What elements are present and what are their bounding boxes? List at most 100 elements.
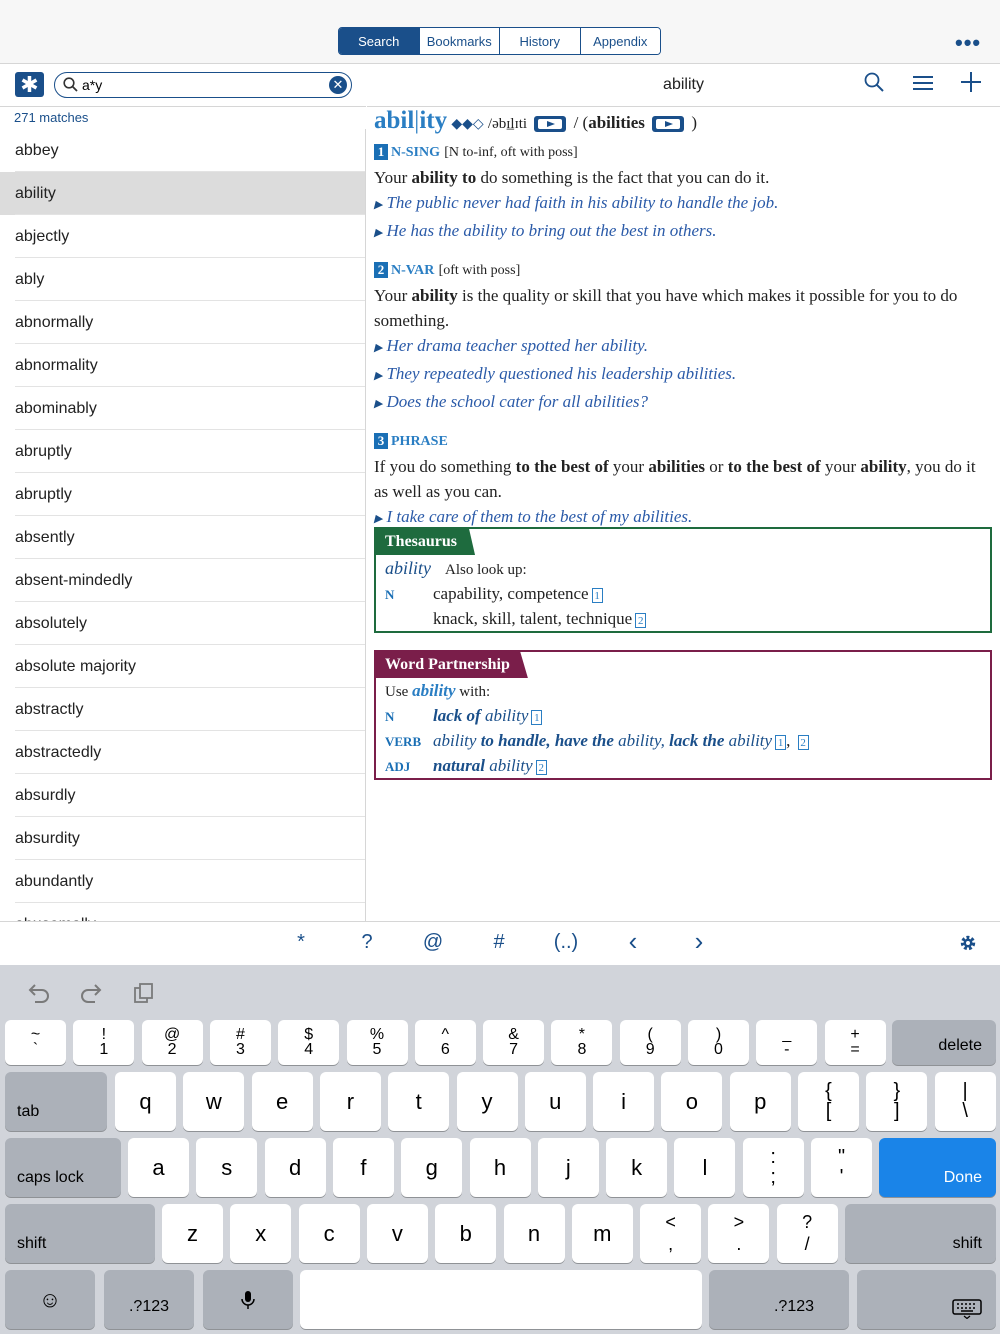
key-5[interactable]: % 5 bbox=[346, 1020, 408, 1065]
list-item[interactable]: abnormality bbox=[0, 344, 365, 387]
emoji-key[interactable]: ☺ bbox=[5, 1270, 95, 1329]
tab-key[interactable]: tab bbox=[5, 1072, 107, 1131]
sense-ref[interactable]: 2 bbox=[635, 612, 647, 628]
list-item[interactable]: absurdly bbox=[0, 774, 365, 817]
key-7[interactable]: & 7 bbox=[483, 1020, 545, 1065]
key-o[interactable]: o bbox=[661, 1072, 723, 1131]
numbers-key-left[interactable]: .?123 bbox=[104, 1270, 194, 1329]
delete-key[interactable]: delete bbox=[892, 1020, 996, 1065]
list-item[interactable]: abominably bbox=[0, 387, 365, 430]
results-list[interactable]: abbey ability abjectly ably abnormally a… bbox=[0, 129, 366, 921]
key-m[interactable]: m bbox=[571, 1204, 633, 1263]
key-6[interactable]: ^ 6 bbox=[414, 1020, 476, 1065]
chevron-left-icon[interactable]: ‹ bbox=[613, 926, 653, 957]
list-icon[interactable] bbox=[913, 75, 933, 91]
key-r[interactable]: r bbox=[319, 1072, 381, 1131]
key-0[interactable]: ) 0 bbox=[688, 1020, 749, 1065]
paste-icon[interactable] bbox=[133, 982, 155, 1004]
key-8[interactable]: * 8 bbox=[551, 1020, 613, 1065]
tab-bookmarks[interactable]: Bookmarks bbox=[418, 28, 499, 54]
key-9[interactable]: (9 bbox=[619, 1020, 681, 1065]
tab-search[interactable]: Search bbox=[339, 28, 419, 54]
key-t[interactable]: t bbox=[388, 1072, 450, 1131]
key-`[interactable]: ~ ` bbox=[5, 1020, 66, 1065]
key-s[interactable]: s bbox=[196, 1138, 258, 1197]
key-i[interactable]: i bbox=[593, 1072, 655, 1131]
key-4[interactable]: $4 bbox=[278, 1020, 340, 1065]
hash-key[interactable]: # bbox=[479, 931, 519, 954]
sense-ref[interactable]: 1 bbox=[591, 587, 603, 603]
key-j[interactable]: j bbox=[537, 1138, 599, 1197]
caps-lock-key[interactable]: caps lock bbox=[5, 1138, 121, 1197]
key-b[interactable]: b bbox=[435, 1204, 497, 1263]
key-k[interactable]: k bbox=[606, 1138, 668, 1197]
list-item[interactable]: abjectly bbox=[0, 215, 365, 258]
chevron-right-icon[interactable]: › bbox=[679, 926, 719, 957]
undo-icon[interactable] bbox=[27, 982, 51, 1004]
key-a[interactable]: a bbox=[128, 1138, 189, 1197]
key-2[interactable]: @2 bbox=[141, 1020, 203, 1065]
list-item[interactable]: absently bbox=[0, 516, 365, 559]
audio-play-icon[interactable] bbox=[652, 116, 685, 133]
key-p[interactable]: p bbox=[729, 1072, 791, 1131]
gear-icon[interactable] bbox=[959, 934, 977, 952]
list-item[interactable]: absolute majority bbox=[0, 645, 365, 688]
done-key[interactable]: Done bbox=[879, 1138, 996, 1197]
list-item[interactable]: abundantly bbox=[0, 860, 365, 903]
key-q[interactable]: q bbox=[115, 1072, 176, 1131]
search-icon[interactable] bbox=[864, 72, 884, 92]
sense-ref[interactable]: 1 bbox=[775, 734, 787, 750]
sense-ref[interactable]: 2 bbox=[535, 759, 547, 775]
key-1[interactable]: ! 1 bbox=[73, 1020, 135, 1065]
parens-key[interactable]: (..) bbox=[546, 931, 586, 954]
key-3[interactable]: #3 bbox=[209, 1020, 271, 1065]
space-key[interactable] bbox=[300, 1270, 702, 1329]
key-punct-0[interactable]: :; bbox=[742, 1138, 804, 1197]
asterisk-key[interactable]: * bbox=[281, 931, 321, 954]
key-z[interactable]: z bbox=[162, 1204, 223, 1263]
shift-right-key[interactable]: shift bbox=[845, 1204, 996, 1263]
list-item[interactable]: abstractly bbox=[0, 688, 365, 731]
list-item[interactable]: absent-mindedly bbox=[0, 559, 365, 602]
list-item[interactable]: absolutely bbox=[0, 602, 365, 645]
add-icon[interactable] bbox=[961, 72, 981, 92]
key-\[interactable]: | \ bbox=[934, 1072, 996, 1131]
list-item[interactable]: absurdity bbox=[0, 817, 365, 860]
at-key[interactable]: @ bbox=[413, 931, 453, 954]
key-e[interactable]: e bbox=[251, 1072, 313, 1131]
search-input[interactable] bbox=[82, 74, 322, 96]
asterisk-icon[interactable]: ✱ bbox=[15, 72, 44, 97]
hide-keyboard-key[interactable] bbox=[857, 1270, 996, 1329]
ellipsis-icon[interactable]: ••• bbox=[955, 30, 981, 56]
list-item[interactable]: abstractedly bbox=[0, 731, 365, 774]
key-=[interactable]: + = bbox=[824, 1020, 886, 1065]
key-h[interactable]: h bbox=[469, 1138, 531, 1197]
key-f[interactable]: f bbox=[332, 1138, 394, 1197]
list-item[interactable]: abruptly bbox=[0, 430, 365, 473]
key-l[interactable]: l bbox=[674, 1138, 736, 1197]
key-g[interactable]: g bbox=[401, 1138, 463, 1197]
tab-appendix[interactable]: Appendix bbox=[579, 28, 660, 54]
question-key[interactable]: ? bbox=[347, 931, 387, 954]
list-item[interactable]: abbey bbox=[0, 129, 365, 172]
key-][interactable]: }] bbox=[866, 1072, 928, 1131]
key-x[interactable]: x bbox=[230, 1204, 292, 1263]
tab-history[interactable]: History bbox=[499, 28, 580, 54]
dictation-key[interactable] bbox=[203, 1270, 293, 1329]
list-item[interactable]: ably bbox=[0, 258, 365, 301]
key--[interactable]: _ - bbox=[756, 1020, 818, 1065]
key-n[interactable]: n bbox=[503, 1204, 565, 1263]
sense-ref[interactable]: 1 bbox=[531, 709, 543, 725]
key-c[interactable]: c bbox=[298, 1204, 360, 1263]
key-[[interactable]: {[ bbox=[798, 1072, 859, 1131]
key-v[interactable]: v bbox=[366, 1204, 428, 1263]
key-u[interactable]: u bbox=[524, 1072, 586, 1131]
clear-icon[interactable]: ✕ bbox=[329, 76, 347, 94]
key-y[interactable]: y bbox=[456, 1072, 518, 1131]
key-w[interactable]: w bbox=[183, 1072, 245, 1131]
key-punct-4[interactable]: ? / bbox=[776, 1204, 838, 1263]
sense-ref[interactable]: 2 bbox=[797, 734, 809, 750]
list-item-selected[interactable]: ability bbox=[0, 172, 365, 215]
key-d[interactable]: d bbox=[264, 1138, 326, 1197]
key-punct-1[interactable]: " ' bbox=[811, 1138, 872, 1197]
